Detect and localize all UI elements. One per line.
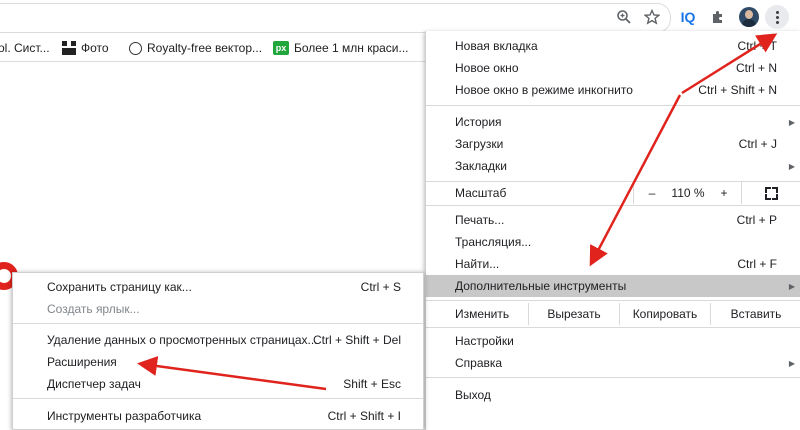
bookmark-item[interactable]: Фото bbox=[62, 39, 109, 57]
profile-avatar[interactable] bbox=[739, 7, 759, 27]
chrome-main-menu: Новая вкладка Ctrl + T Новое окно Ctrl +… bbox=[425, 31, 800, 430]
zoom-divider bbox=[633, 182, 634, 204]
submenu-divider bbox=[13, 398, 423, 399]
menu-item-incognito[interactable]: Новое окно в режиме инкогнито Ctrl + Shi… bbox=[426, 79, 800, 101]
zoom-level: 110 % bbox=[671, 186, 705, 200]
menu-item-new-tab[interactable]: Новая вкладка Ctrl + T bbox=[426, 35, 800, 57]
cut-button[interactable]: Вырезать bbox=[529, 303, 619, 325]
submenu-item-create-shortcut: Создать ярлык... bbox=[47, 302, 140, 316]
chevron-right-icon: ▶ bbox=[788, 161, 795, 171]
globe-icon bbox=[128, 41, 142, 55]
submenu-item-extensions[interactable]: Расширения bbox=[13, 352, 423, 372]
menu-divider bbox=[426, 205, 800, 206]
submenu-item-devtools[interactable]: Инструменты разработчика Ctrl + Shift + … bbox=[13, 406, 423, 426]
submenu-item-clear-data[interactable]: Удаление данных о просмотренных страница… bbox=[13, 330, 423, 350]
menu-item-new-window[interactable]: Новое окно Ctrl + N bbox=[426, 57, 800, 79]
menu-divider bbox=[426, 327, 800, 328]
menu-divider bbox=[426, 105, 800, 106]
menu-zoom-row: Масштаб – 110 % + bbox=[426, 182, 800, 204]
address-bar[interactable] bbox=[0, 3, 671, 33]
submenu-divider bbox=[13, 323, 423, 324]
bookmark-label: Более 1 млн краси... bbox=[294, 41, 409, 55]
zoom-in-button[interactable]: + bbox=[713, 182, 735, 204]
menu-item-exit[interactable]: Выход bbox=[426, 384, 800, 406]
bookmark-label: ol. Сист... bbox=[0, 41, 50, 55]
bookmark-label: Royalty-free вектор... bbox=[147, 41, 263, 55]
bookmark-item[interactable]: Royalty-free вектор... bbox=[128, 39, 262, 57]
menu-item-find[interactable]: Найти... Ctrl + F bbox=[426, 253, 800, 275]
bookmark-item[interactable]: px Более 1 млн краси... bbox=[273, 39, 409, 57]
blocks-icon bbox=[62, 41, 76, 55]
copy-button[interactable]: Копировать bbox=[620, 303, 710, 325]
bookmark-label: Фото bbox=[81, 41, 109, 55]
menu-item-help[interactable]: Справка ▶ bbox=[426, 352, 800, 374]
paste-button[interactable]: Вставить bbox=[711, 303, 800, 325]
chevron-right-icon: ▶ bbox=[788, 358, 795, 368]
menu-item-downloads[interactable]: Загрузки Ctrl + J bbox=[426, 133, 800, 155]
more-tools-submenu: Сохранить страницу как... Ctrl + S Созда… bbox=[12, 272, 424, 430]
menu-divider bbox=[426, 300, 800, 301]
menu-item-more-tools[interactable]: Дополнительные инструменты ▶ bbox=[426, 275, 800, 297]
submenu-item-save-page[interactable]: Сохранить страницу как... Ctrl + S bbox=[13, 277, 423, 297]
menu-item-history[interactable]: История ▶ bbox=[426, 111, 800, 133]
menu-item-print[interactable]: Печать... Ctrl + P bbox=[426, 209, 800, 231]
px-icon: px bbox=[273, 41, 289, 55]
menu-item-settings[interactable]: Настройки bbox=[426, 330, 800, 352]
chevron-right-icon: ▶ bbox=[788, 117, 795, 127]
kebab-menu-icon[interactable] bbox=[765, 5, 789, 29]
menu-edit-row: Изменить Вырезать Копировать Вставить bbox=[426, 303, 800, 325]
kebab-dots bbox=[775, 10, 779, 24]
fullscreen-icon[interactable] bbox=[756, 182, 786, 204]
zoom-icon[interactable] bbox=[614, 7, 634, 27]
iq-extension-icon[interactable]: IQ bbox=[678, 7, 698, 27]
avatar-body bbox=[742, 19, 756, 27]
chevron-right-icon: ▶ bbox=[788, 281, 795, 291]
menu-divider bbox=[426, 377, 800, 378]
menu-item-cast[interactable]: Трансляция... bbox=[426, 231, 800, 253]
star-icon[interactable] bbox=[642, 7, 662, 27]
menu-item-bookmarks[interactable]: Закладки ▶ bbox=[426, 155, 800, 177]
avatar-face bbox=[745, 10, 753, 19]
zoom-divider bbox=[741, 182, 742, 204]
submenu-item-task-manager[interactable]: Диспетчер задач Shift + Esc bbox=[13, 374, 423, 394]
puzzle-icon[interactable] bbox=[708, 7, 728, 27]
bookmark-item[interactable]: ol. Сист... bbox=[0, 39, 50, 57]
browser-toolbar: IQ bbox=[0, 0, 800, 34]
zoom-out-button[interactable]: – bbox=[641, 182, 663, 204]
